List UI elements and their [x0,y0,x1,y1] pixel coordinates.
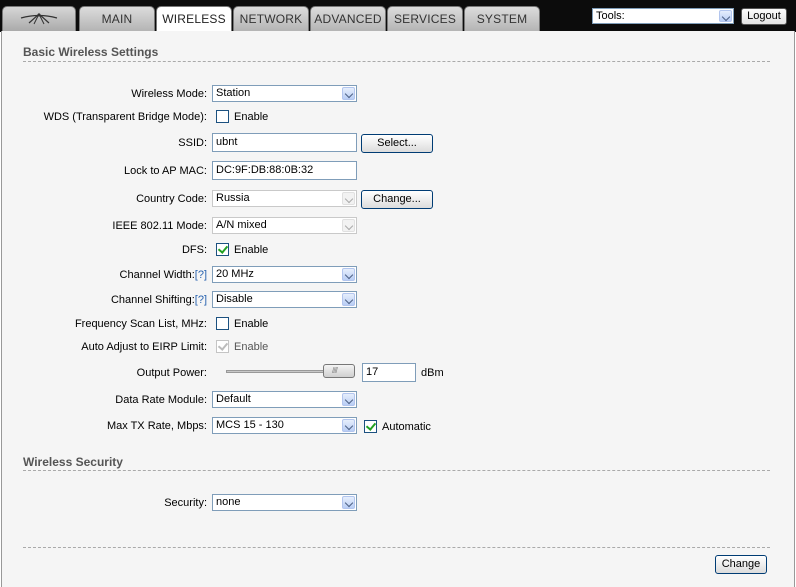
output-power-label: Output Power: [136,367,207,379]
section-divider [23,470,770,471]
freq-scan-option-label: Enable [234,318,269,330]
data-rate-select[interactable]: Default [212,391,357,408]
footer-divider [23,547,770,548]
output-power-unit: dBm [421,367,444,379]
channel-shifting-help-link[interactable]: [?] [195,294,207,306]
chevron-down-icon [342,219,355,232]
security-value: none [216,496,241,508]
ieee-mode-value: A/N mixed [216,219,267,231]
wireless-mode-label: Wireless Mode: [131,88,207,100]
wireless-mode-select[interactable]: Station [212,85,357,102]
logout-button[interactable]: Logout [741,8,787,25]
eirp-label: Auto Adjust to EIRP Limit: [81,341,207,353]
chevron-down-icon [342,496,355,509]
max-tx-select[interactable]: MCS 15 - 130 [212,417,357,434]
data-rate-value: Default [216,393,251,405]
tools-select[interactable]: Tools: [592,8,734,24]
ssid-label: SSID: [178,137,207,149]
wds-checkbox[interactable] [216,110,229,123]
ssid-select-button[interactable]: Select... [361,134,433,153]
ubiquiti-logo-tab[interactable] [2,6,76,31]
lock-ap-label: Lock to AP MAC: [124,165,207,177]
eirp-checkbox [216,340,229,353]
chevron-down-icon [342,393,355,406]
section-title-security: Wireless Security [23,455,123,469]
chevron-down-icon [342,87,355,100]
tab-main[interactable]: MAIN [79,6,155,31]
channel-shifting-label: Channel Shifting:[?] [111,294,207,306]
change-button[interactable]: Change [715,555,767,574]
channel-shifting-value: Disable [216,293,253,305]
chevron-down-icon [342,192,355,205]
ieee-mode-select: A/N mixed [212,217,357,234]
security-select[interactable]: none [212,494,357,511]
channel-width-select[interactable]: 20 MHz [212,266,357,283]
ssid-input[interactable]: ubnt [212,133,357,152]
channel-width-help-link[interactable]: [?] [195,269,207,281]
channel-width-label: Channel Width:[?] [120,269,207,281]
chevron-down-icon [342,268,355,281]
chevron-down-icon [342,293,355,306]
top-navigation-bar: MAIN WIRELESS NETWORK ADVANCED SERVICES … [0,0,796,33]
freq-scan-label: Frequency Scan List, MHz: [74,318,207,330]
channel-shifting-select[interactable]: Disable [212,291,357,308]
channel-shifting-label-text: Channel Shifting: [110,294,195,306]
ubiquiti-logo-icon [20,12,58,25]
country-code-select: Russia [212,190,357,207]
channel-width-label-text: Channel Width: [119,269,195,281]
tab-services[interactable]: SERVICES [387,6,463,31]
tab-system[interactable]: SYSTEM [464,6,540,31]
automatic-option-label: Automatic [382,421,431,433]
dfs-checkbox[interactable] [216,243,229,256]
tab-network[interactable]: NETWORK [233,6,309,31]
tools-select-value: Tools: [596,10,625,22]
ieee-mode-label: IEEE 802.11 Mode: [112,220,207,232]
dfs-label: DFS: [181,244,207,256]
max-tx-value: MCS 15 - 130 [216,419,284,431]
chevron-down-icon [719,10,732,22]
eirp-option-label: Enable [234,341,269,353]
automatic-checkbox[interactable] [364,420,377,433]
wds-label: WDS (Transparent Bridge Mode): [43,111,207,123]
section-divider [23,61,770,62]
wireless-mode-value: Station [216,87,251,99]
output-power-slider-handle[interactable] [323,364,355,378]
output-power-input[interactable]: 17 [362,363,416,382]
section-title-basic: Basic Wireless Settings [23,45,159,59]
tab-wireless[interactable]: WIRELESS [156,6,232,33]
tab-advanced[interactable]: ADVANCED [310,6,386,31]
max-tx-label: Max TX Rate, Mbps: [106,420,207,432]
security-label: Security: [164,497,207,509]
data-rate-label: Data Rate Module: [115,394,207,406]
country-code-label: Country Code: [136,193,207,205]
lock-ap-mac-input[interactable]: DC:9F:DB:88:0B:32 [212,161,357,180]
country-change-button[interactable]: Change... [361,190,433,209]
dfs-option-label: Enable [234,244,269,256]
freq-scan-checkbox[interactable] [216,317,229,330]
channel-width-value: 20 MHz [216,268,254,280]
wds-option-label: Enable [234,111,269,123]
chevron-down-icon [342,419,355,432]
country-code-value: Russia [216,192,250,204]
